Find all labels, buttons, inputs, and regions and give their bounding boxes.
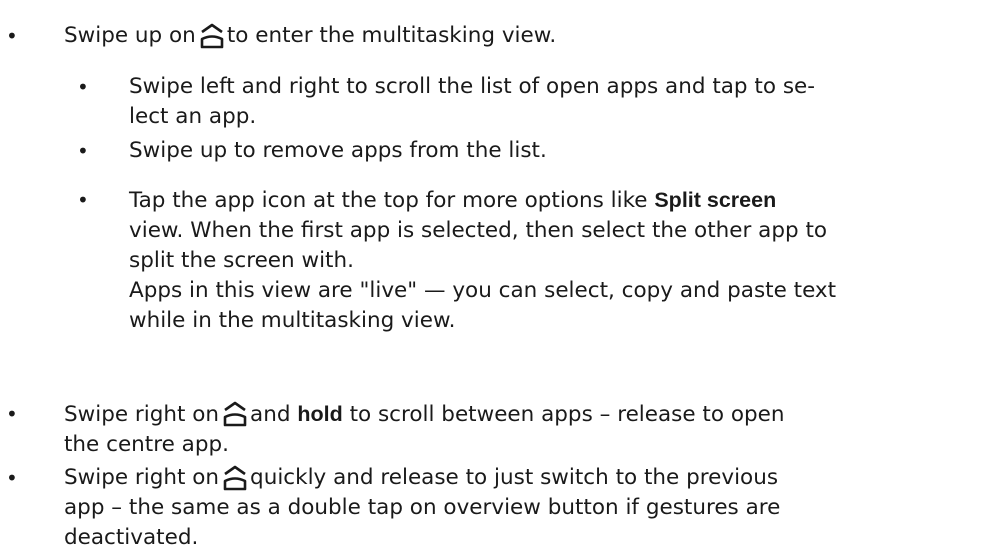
bullet: • xyxy=(77,188,89,212)
bullet: • xyxy=(6,24,18,48)
list-item: Tap the app icon at the top for more opt… xyxy=(129,188,837,333)
bold-term: Split screen xyxy=(654,188,777,212)
home-gesture-icon xyxy=(222,399,248,429)
list-item: Swipe left and right to scroll the list … xyxy=(129,74,816,129)
home-gesture-icon xyxy=(199,21,225,51)
bullet: • xyxy=(77,139,89,163)
bullet: • xyxy=(77,75,89,99)
bullet: • xyxy=(6,402,18,426)
bold-term: hold xyxy=(297,402,343,426)
document-page: • Swipe up on to enter the multitasking v… xyxy=(0,0,982,560)
list-item: Swipe right on and hold to scroll between… xyxy=(64,399,964,460)
home-gesture-icon xyxy=(222,463,248,493)
list-item: Swipe right on quickly and release to jus… xyxy=(64,463,781,550)
bullet: • xyxy=(6,466,18,490)
list-item: Swipe up on to enter the multitasking vie… xyxy=(64,21,964,51)
list-item: Swipe up to remove apps from the list. xyxy=(129,138,547,163)
